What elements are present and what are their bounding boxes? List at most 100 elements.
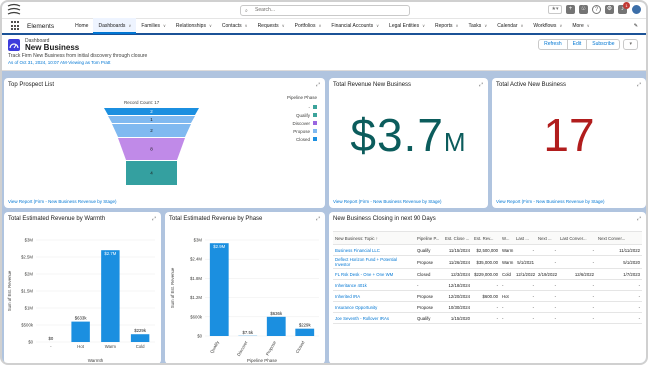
nav-tab-legal-entities[interactable]: Legal Entities ∨: [384, 18, 430, 34]
chart-bar[interactable]: [209, 243, 229, 336]
legend-item[interactable]: Propose: [277, 127, 317, 135]
expand-icon[interactable]: ⤢: [152, 216, 156, 222]
table-row[interactable]: Insurance Opportunity Propose 10/30/2024- -…: [333, 301, 642, 313]
column-header[interactable]: Next ...: [536, 231, 558, 245]
nav-tab-reports[interactable]: Reports ∨: [430, 18, 463, 34]
nav-tab-calendar[interactable]: Calendar ∨: [492, 18, 528, 34]
bar-chart-warmth[interactable]: $0 $500k $1M $1.5M $2M $2.5M $3M Sum of Est. Re…: [4, 228, 161, 364]
record-link[interactable]: Joe Seventh - Rollover IRAs: [333, 312, 415, 324]
x-tick-label: Qualify: [209, 339, 220, 354]
table-row[interactable]: Business Financial LLC Qualify 11/15/2024 $…: [333, 244, 642, 256]
as-of-timestamp[interactable]: As of Oct 31, 2024, 10:07 AM·Viewing as …: [8, 60, 110, 65]
record-link[interactable]: Insurance Opportunity: [333, 301, 415, 313]
table-cell: $2,500,000: [472, 244, 500, 256]
chevron-down-icon[interactable]: ∨: [128, 23, 131, 28]
table-row[interactable]: Inherited IRA Propose 12/20/2024 $600.00 Hot…: [333, 290, 642, 302]
view-report-link[interactable]: View Report (Firm - New Business Revenue…: [496, 199, 604, 204]
nav-tab-home[interactable]: Home: [70, 18, 93, 34]
chevron-down-icon[interactable]: ∨: [163, 23, 166, 28]
chevron-down-icon[interactable]: ∨: [520, 23, 523, 28]
record-link[interactable]: Inheritance 401k: [333, 279, 415, 291]
nav-tab-workflows[interactable]: Workflows ∨: [528, 18, 567, 34]
chart-bar[interactable]: [71, 321, 90, 342]
record-link[interactable]: FL Rsk Desk - One + One WM: [333, 268, 415, 280]
nav-tab-requests[interactable]: Requests ∨: [253, 18, 290, 34]
metric-value[interactable]: 17: [492, 108, 646, 162]
column-header[interactable]: Last ...: [514, 231, 536, 245]
gear-icon[interactable]: ⚙: [605, 5, 614, 14]
x-tick-label: -: [50, 344, 52, 349]
record-link[interactable]: Inherited IRA: [333, 290, 415, 302]
app-logo-icon[interactable]: [6, 3, 22, 17]
chevron-down-icon[interactable]: ∨: [245, 23, 248, 28]
legend-item[interactable]: Closed: [277, 135, 317, 143]
nav-tab-portfolios[interactable]: Portfolios ∨: [290, 18, 327, 34]
expand-icon[interactable]: ⤢: [316, 82, 320, 88]
nav-tab-families[interactable]: Families ∨: [136, 18, 171, 34]
column-header[interactable]: Pipeline P...: [415, 231, 443, 245]
chart-bar[interactable]: [101, 250, 120, 342]
chevron-down-icon[interactable]: ∨: [587, 23, 590, 28]
nav-tab-tasks[interactable]: Tasks ∨: [463, 18, 492, 34]
help-icon[interactable]: ?: [592, 5, 601, 14]
legend-item[interactable]: Discover: [277, 119, 317, 127]
view-report-link[interactable]: View Report (Firm - New Business Revenue…: [333, 199, 441, 204]
chevron-down-icon[interactable]: ∨: [376, 23, 379, 28]
subscribe-button[interactable]: Subscribe: [587, 39, 621, 50]
chevron-down-icon[interactable]: ∨: [484, 23, 487, 28]
chevron-down-icon[interactable]: ∨: [318, 23, 321, 28]
funnel-chart[interactable]: 21284: [104, 108, 199, 190]
nav-tab-contacts[interactable]: Contacts ∨: [217, 18, 253, 34]
global-search-input[interactable]: ⌕ Search...: [240, 5, 410, 16]
nav-tab-label: Home: [75, 23, 89, 29]
y-axis-label: Sum of Est. Revenue: [7, 270, 12, 311]
column-header[interactable]: New Business: Topic ↑: [333, 231, 415, 245]
record-link[interactable]: Business Financial LLC: [333, 244, 415, 256]
nav-tab-dashboards[interactable]: Dashboards ∨: [93, 18, 137, 34]
add-icon[interactable]: +: [566, 5, 575, 14]
column-header[interactable]: Last Conver...: [558, 231, 596, 245]
column-header[interactable]: Est. Rev...: [472, 231, 500, 245]
column-header[interactable]: Next Conver...: [596, 231, 642, 245]
table-row[interactable]: FL Rsk Desk - One + One WM Closed 12/3/202…: [333, 268, 642, 280]
bar-chart-phase[interactable]: $0 $600k $1.2M $1.8M $2.4M $3M Sum of Est. Rev…: [165, 228, 325, 364]
record-link[interactable]: Deflect Horizon Fund + Potential Investo…: [333, 255, 415, 269]
refresh-button[interactable]: Refresh: [538, 39, 568, 50]
nav-tab-more[interactable]: More ∨: [567, 18, 594, 34]
chart-bar[interactable]: [130, 334, 150, 342]
table-cell: -: [514, 301, 536, 313]
expand-icon[interactable]: ⤢: [316, 216, 320, 222]
chart-bar[interactable]: [266, 316, 286, 336]
legend-item[interactable]: Qualify: [277, 111, 317, 119]
expand-icon[interactable]: ⤢: [637, 216, 641, 222]
edit-button[interactable]: Edit: [567, 39, 588, 50]
metric-value[interactable]: $3.7M: [329, 108, 488, 162]
edit-nav-pencil-icon[interactable]: ✎: [629, 18, 646, 34]
nav-tab-relationships[interactable]: Relationships ∨: [171, 18, 217, 34]
expand-icon[interactable]: ⤢: [637, 82, 641, 88]
chevron-down-icon[interactable]: ∨: [209, 23, 212, 28]
chart-bar[interactable]: [295, 328, 315, 336]
column-header[interactable]: W...: [500, 231, 514, 245]
nav-tab-financial-accounts[interactable]: Financial Accounts ∨: [326, 18, 384, 34]
app-launcher-icon[interactable]: [11, 21, 21, 31]
view-report-link[interactable]: View Report (Firm - New Business Revenue…: [8, 199, 116, 204]
notifications-bell-icon[interactable]: ♪ 1: [618, 2, 630, 14]
legend-label: Discover: [292, 120, 310, 126]
trailhead-icon[interactable]: ♧: [579, 5, 588, 14]
favorites-star-icon[interactable]: ★▾: [548, 5, 562, 14]
chevron-down-icon[interactable]: ∨: [282, 23, 285, 28]
chevron-down-icon[interactable]: ∨: [422, 23, 425, 28]
table-row[interactable]: Joe Seventh - Rollover IRAs Qualify 1/15/2…: [333, 312, 642, 324]
table-row[interactable]: Inheritance 401k -12/18/2024- - - - - -: [333, 279, 642, 291]
user-avatar[interactable]: [631, 4, 642, 15]
chevron-down-icon[interactable]: ∨: [456, 23, 459, 28]
legend-item[interactable]: -: [277, 103, 317, 111]
x-axis-label: Warmth: [88, 358, 104, 363]
more-actions-chevron-icon[interactable]: ▾: [623, 39, 638, 50]
chevron-down-icon[interactable]: ∨: [559, 23, 562, 28]
expand-icon[interactable]: ⤢: [479, 82, 483, 88]
column-header[interactable]: Est. Close ...: [443, 231, 472, 245]
table-row[interactable]: Deflect Horizon Fund + Potential Investo…: [333, 255, 642, 269]
y-tick-label: $2M: [25, 272, 34, 277]
